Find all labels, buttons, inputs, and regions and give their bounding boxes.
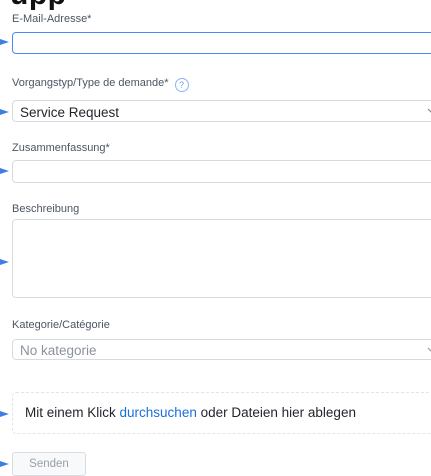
help-icon[interactable]: ? [174,78,189,92]
field-pointer-icon [0,39,9,45]
field-pointer-icon [0,259,9,265]
field-pointer-icon [0,411,9,417]
attachment-text: Mit einem Klick durchsuchen oder Dateien… [25,405,356,420]
category-select[interactable]: No kategorie [12,339,431,360]
email-label: E-Mail-Adresse* [12,13,92,25]
summary-label: Zusammenfassung* [12,142,110,154]
summary-input[interactable] [12,160,431,183]
send-button[interactable]: Senden [12,452,86,476]
request-type-label-text: Vorgangstyp/Type de demande* [12,77,169,89]
request-type-value: Service Request [20,105,120,120]
field-pointer-icon [0,168,9,174]
field-pointer-icon [0,461,9,467]
description-label: Beschreibung [12,203,80,215]
field-pointer-icon [0,109,9,115]
request-type-label: Vorgangstyp/Type de demande*? [12,77,189,92]
browse-link[interactable]: durchsuchen [120,405,197,420]
email-input[interactable] [12,32,431,54]
category-value: No kategorie [20,343,97,358]
chevron-down-icon [427,108,431,113]
attachment-dropzone[interactable]: Mit einem Klick durchsuchen oder Dateien… [12,392,431,434]
page-title: upp [10,0,66,12]
chevron-down-icon [427,347,431,352]
attachment-prefix: Mit einem Klick [25,405,120,420]
category-label: Kategorie/Catégorie [12,319,110,331]
attachment-suffix: oder Dateien hier ablegen [196,405,356,420]
description-textarea[interactable] [12,219,431,298]
request-type-select[interactable]: Service Request [12,100,431,122]
